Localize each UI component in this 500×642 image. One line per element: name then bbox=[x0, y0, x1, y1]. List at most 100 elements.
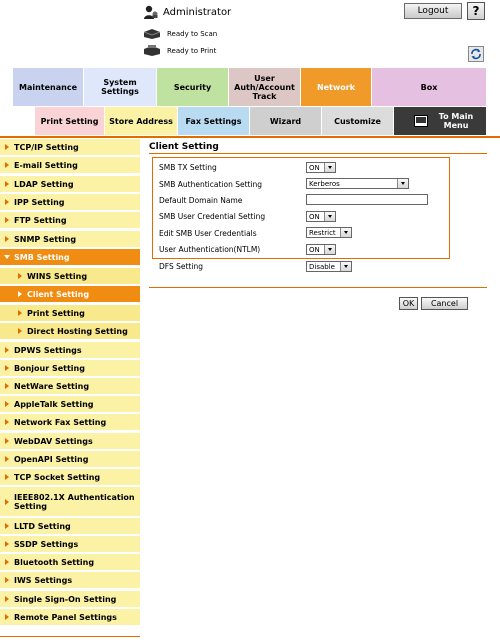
sidebar-item-ftp-setting[interactable]: FTP Setting bbox=[0, 212, 140, 229]
smb-tx-setting-select[interactable]: ON bbox=[306, 162, 336, 173]
sidebar-bottom-rule bbox=[0, 636, 140, 637]
sidebar-item-bluetooth-setting[interactable]: Bluetooth Setting bbox=[0, 554, 140, 571]
label-default-domain-name: Default Domain Name bbox=[159, 195, 243, 205]
sidebar-item-label: E-mail Setting bbox=[14, 160, 78, 170]
sidebar-item-remote-panel-settings[interactable]: Remote Panel Settings bbox=[0, 609, 140, 626]
tab-user-auth-account-track[interactable]: User Auth/Account Track bbox=[229, 68, 301, 106]
sidebar-item-label: Direct Hosting Setting bbox=[27, 326, 128, 336]
sidebar-item-label: Network Fax Setting bbox=[14, 417, 107, 427]
arrow-right-icon bbox=[5, 498, 9, 505]
sidebar-item-label: SMB Setting bbox=[14, 252, 70, 262]
dfs-setting-value: Disable bbox=[309, 262, 335, 271]
arrow-right-icon bbox=[5, 523, 9, 529]
arrow-right-icon bbox=[5, 474, 9, 480]
sidebar-item-iws-settings[interactable]: IWS Settings bbox=[0, 572, 140, 589]
sidebar-item-print-setting[interactable]: Print Setting bbox=[0, 305, 140, 322]
arrow-right-icon bbox=[5, 162, 9, 168]
sidebar-item-webdav-settings[interactable]: WebDAV Settings bbox=[0, 433, 140, 450]
title-rule bbox=[149, 153, 487, 154]
arrow-right-icon bbox=[18, 291, 22, 297]
sidebar-item-single-sign-on-setting[interactable]: Single Sign-On Setting bbox=[0, 591, 140, 608]
dfs-setting-select[interactable]: Disable bbox=[306, 261, 352, 272]
arrow-right-icon bbox=[18, 310, 22, 316]
help-button[interactable]: ? bbox=[467, 2, 485, 20]
arrow-right-icon bbox=[5, 559, 9, 565]
label-smb-user-credential-setting: SMB User Credential Setting bbox=[159, 211, 266, 221]
tab-box[interactable]: Box bbox=[372, 68, 487, 106]
sidebar-item-wins-setting[interactable]: WINS Setting bbox=[0, 268, 140, 285]
sidebar-item-label: LLTD Setting bbox=[14, 521, 71, 531]
sidebar-item-label: TCP Socket Setting bbox=[14, 472, 101, 482]
page-title: Client Setting bbox=[149, 142, 219, 152]
arrow-right-icon bbox=[5, 614, 9, 620]
sidebar-item-label: Client Setting bbox=[27, 289, 90, 299]
sidebar-item-e-mail-setting[interactable]: E-mail Setting bbox=[0, 157, 140, 174]
arrow-right-icon bbox=[5, 144, 9, 150]
sidebar-item-dpws-settings[interactable]: DPWS Settings bbox=[0, 342, 140, 359]
arrow-right-icon bbox=[5, 217, 9, 223]
cancel-button[interactable]: Cancel bbox=[421, 297, 468, 310]
sidebar-item-lltd-setting[interactable]: LLTD Setting bbox=[0, 518, 140, 535]
arrow-right-icon bbox=[18, 273, 22, 279]
tab-customize[interactable]: Customize bbox=[322, 107, 394, 135]
sidebar-item-netware-setting[interactable]: NetWare Setting bbox=[0, 378, 140, 395]
tab-print-setting[interactable]: Print Setting bbox=[35, 107, 105, 135]
sidebar-item-tcp-ip-setting[interactable]: TCP/IP Setting bbox=[0, 139, 140, 156]
sidebar-item-bonjour-setting[interactable]: Bonjour Setting bbox=[0, 360, 140, 377]
sidebar-item-snmp-setting[interactable]: SNMP Setting bbox=[0, 231, 140, 248]
arrow-right-icon bbox=[5, 236, 9, 242]
label-dfs-setting: DFS Setting bbox=[159, 261, 203, 271]
arrow-right-icon bbox=[4, 255, 10, 259]
arrow-right-icon bbox=[18, 328, 22, 334]
sidebar-item-label: LDAP Setting bbox=[14, 179, 74, 189]
sidebar-item-label: Single Sign-On Setting bbox=[14, 594, 117, 604]
sidebar-item-client-setting[interactable]: Client Setting bbox=[0, 286, 140, 303]
sidebar-item-tcp-socket-setting[interactable]: TCP Socket Setting bbox=[0, 469, 140, 486]
tab-store-address[interactable]: Store Address bbox=[105, 107, 178, 135]
edit-smb-user-credentials-select[interactable]: Restrict bbox=[306, 227, 352, 238]
ok-button[interactable]: OK bbox=[399, 297, 418, 310]
smb-user-credential-value: ON bbox=[309, 212, 320, 221]
sidebar-item-label: SSDP Settings bbox=[14, 539, 79, 549]
to-main-menu-button[interactable]: To Main Menu bbox=[394, 107, 487, 135]
sidebar-item-ssdp-settings[interactable]: SSDP Settings bbox=[0, 536, 140, 553]
sidebar-item-smb-setting[interactable]: SMB Setting bbox=[0, 249, 140, 266]
tab-system-settings[interactable]: System Settings bbox=[84, 68, 157, 106]
user-name: Administrator bbox=[163, 6, 232, 18]
tab-wizard[interactable]: Wizard bbox=[250, 107, 322, 135]
sidebar-item-openapi-setting[interactable]: OpenAPI Setting bbox=[0, 451, 140, 468]
sidebar-item-label: DPWS Settings bbox=[14, 345, 82, 355]
user-authentication-ntlm-value: ON bbox=[309, 245, 320, 254]
tab-separator bbox=[0, 136, 500, 138]
arrow-right-icon bbox=[5, 383, 9, 389]
sidebar-item-label: Print Setting bbox=[27, 308, 85, 318]
tab-fax-settings[interactable]: Fax Settings bbox=[178, 107, 250, 135]
label-edit-smb-user-credentials: Edit SMB User Credentials bbox=[159, 228, 257, 238]
tab-maintenance[interactable]: Maintenance bbox=[13, 68, 84, 106]
smb-authentication-select[interactable]: Kerberos bbox=[306, 178, 409, 189]
sub-tabs: Print Setting Store Address Fax Settings… bbox=[13, 107, 487, 135]
arrow-right-icon bbox=[5, 401, 9, 407]
main-tabs: Maintenance System Settings Security Use… bbox=[13, 68, 487, 106]
sidebar-item-ieee802-1x-authentication-setting[interactable]: IEEE802.1X Authentication Setting bbox=[0, 487, 140, 517]
sidebar-item-label: Remote Panel Settings bbox=[14, 612, 117, 622]
default-domain-name-input[interactable] bbox=[306, 194, 428, 205]
logout-button[interactable]: Logout bbox=[404, 3, 462, 19]
sidebar-item-label: IEEE802.1X Authentication Setting bbox=[14, 492, 135, 511]
sidebar-item-label: TCP/IP Setting bbox=[14, 142, 79, 152]
sidebar-item-appletalk-setting[interactable]: AppleTalk Setting bbox=[0, 396, 140, 413]
tab-network[interactable]: Network bbox=[301, 68, 372, 106]
sidebar-item-direct-hosting-setting[interactable]: Direct Hosting Setting bbox=[0, 323, 140, 340]
sidebar-item-ipp-setting[interactable]: IPP Setting bbox=[0, 194, 140, 211]
user-authentication-ntlm-select[interactable]: ON bbox=[306, 244, 336, 255]
sidebar-item-label: Bonjour Setting bbox=[14, 363, 85, 373]
status-print-text: Ready to Print bbox=[167, 47, 217, 55]
sidebar-item-network-fax-setting[interactable]: Network Fax Setting bbox=[0, 414, 140, 431]
sidebar-item-label: WebDAV Settings bbox=[14, 436, 93, 446]
tab-security[interactable]: Security bbox=[157, 68, 229, 106]
sidebar-item-label: WINS Setting bbox=[27, 271, 88, 281]
smb-user-credential-select[interactable]: ON bbox=[306, 211, 336, 222]
refresh-icon[interactable] bbox=[468, 46, 484, 62]
sidebar-item-ldap-setting[interactable]: LDAP Setting bbox=[0, 176, 140, 193]
arrow-right-icon bbox=[5, 347, 9, 353]
